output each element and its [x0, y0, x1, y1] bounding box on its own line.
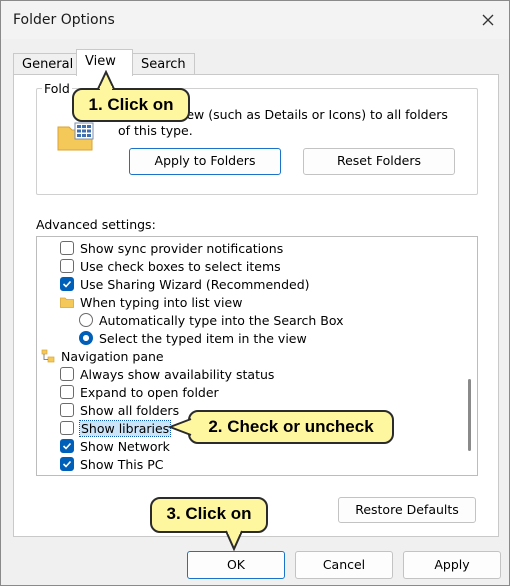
advanced-settings-label: Advanced settings:	[36, 217, 156, 232]
folder-views-label: Fold	[42, 81, 72, 96]
tab-view-label: View	[85, 54, 116, 69]
navigation-pane-icon	[41, 349, 55, 363]
list-group-label: When typing into list view	[80, 294, 243, 310]
list-item[interactable]: Expand to open folder	[60, 383, 219, 401]
list-item[interactable]: Show This PC	[60, 455, 163, 473]
callout-3-arrow-icon	[225, 529, 243, 551]
list-item-label: Show libraries	[78, 419, 172, 437]
list-item-label: Show all folders	[80, 402, 180, 418]
checkbox[interactable]	[60, 403, 74, 417]
list-item-label: Show This PC	[80, 456, 164, 472]
list-item[interactable]: Show all folders	[60, 401, 179, 419]
list-item-label: Use Sharing Wizard (Recommended)	[80, 276, 310, 292]
list-group-header: When typing into list view	[60, 293, 242, 311]
checkbox[interactable]	[60, 241, 74, 255]
checkmark-icon	[62, 460, 72, 468]
list-item[interactable]: Select the typed item in the view	[79, 329, 307, 347]
reset-folders-button[interactable]: Reset Folders	[303, 148, 455, 175]
list-group-header: Navigation pane	[41, 347, 164, 365]
folder-icon	[60, 297, 74, 308]
tab-search-label: Search	[141, 57, 186, 72]
list-item[interactable]: Use Sharing Wizard (Recommended)	[60, 275, 310, 293]
restore-defaults-button[interactable]: Restore Defaults	[338, 497, 476, 523]
callout-1-arrow-icon	[97, 70, 115, 90]
radio-button-selected[interactable]	[79, 331, 93, 345]
list-item[interactable]: Automatically type into the Search Box	[79, 311, 344, 329]
list-group-label: Navigation pane	[61, 348, 164, 364]
checkbox[interactable]	[60, 367, 74, 381]
checkmark-icon	[62, 280, 72, 288]
radio-button[interactable]	[79, 313, 93, 327]
list-item-label: Automatically type into the Search Box	[99, 312, 344, 328]
apply-button[interactable]: Apply	[403, 551, 501, 579]
list-item[interactable]: Show Network	[60, 437, 170, 455]
tab-search[interactable]: Search	[132, 53, 195, 75]
list-item-selected[interactable]: Show libraries	[60, 419, 172, 437]
list-item-label: Use check boxes to select items	[80, 258, 281, 274]
folder-view-icon	[57, 122, 94, 151]
list-item-label: Show Network	[80, 438, 170, 454]
window-title: Folder Options	[13, 12, 115, 28]
list-item[interactable]: Use check boxes to select items	[60, 257, 281, 275]
list-item-label: Select the typed item in the view	[99, 330, 307, 346]
list-item[interactable]: Show sync provider notifications	[60, 239, 283, 257]
checkbox[interactable]	[60, 259, 74, 273]
title-bar: Folder Options	[1, 1, 509, 39]
callout-2-arrow-icon	[168, 418, 192, 436]
callout-step-2: 2. Check or uncheck	[188, 410, 394, 444]
cancel-button[interactable]: Cancel	[295, 551, 393, 579]
callout-step-1: 1. Click on	[72, 88, 190, 122]
callout-step-3: 3. Click on	[150, 497, 268, 533]
tab-general-label: General	[22, 57, 74, 72]
apply-to-folders-button[interactable]: Apply to Folders	[129, 148, 281, 175]
list-item-label: Always show availability status	[80, 366, 275, 382]
list-item[interactable]: Always show availability status	[60, 365, 274, 383]
checkbox-checked[interactable]	[60, 457, 74, 471]
list-item-label: Expand to open folder	[80, 384, 219, 400]
close-icon	[482, 14, 494, 26]
scrollbar-thumb[interactable]	[468, 379, 471, 451]
checkbox[interactable]	[60, 385, 74, 399]
tab-general[interactable]: General	[13, 53, 77, 75]
list-item-label: Show sync provider notifications	[80, 240, 284, 256]
checkbox-checked[interactable]	[60, 277, 74, 291]
show-libraries-checkbox[interactable]	[60, 421, 74, 435]
close-button[interactable]	[475, 7, 501, 33]
checkbox-checked[interactable]	[60, 439, 74, 453]
view-tab-panel: Fold pply this view (such as Details or …	[13, 74, 499, 537]
ok-button[interactable]: OK	[187, 551, 285, 579]
checkmark-icon	[62, 442, 72, 450]
scrollbar[interactable]	[463, 237, 477, 475]
